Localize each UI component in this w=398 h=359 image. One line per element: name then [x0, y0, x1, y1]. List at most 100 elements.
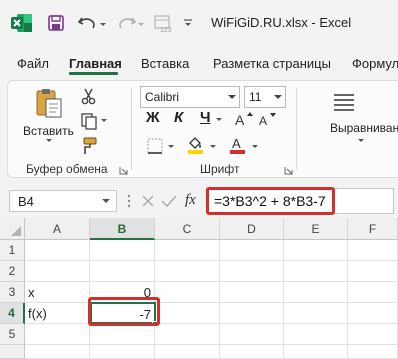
name-box-value: B4	[18, 194, 34, 209]
cell-c6[interactable]	[155, 345, 220, 359]
undo-button[interactable]	[76, 11, 106, 35]
alignment-label: Выравнивание	[330, 121, 398, 135]
font-name-select[interactable]: Calibri	[140, 86, 240, 108]
alignment-button[interactable]: Выравнивание	[328, 92, 398, 152]
save-button[interactable]	[44, 11, 68, 35]
format-painter-icon[interactable]	[80, 137, 98, 155]
cancel-icon[interactable]	[141, 194, 155, 208]
more-options-icon[interactable]	[126, 193, 132, 209]
cell-b3[interactable]: 0	[90, 282, 155, 303]
increase-font-icon[interactable]: A	[234, 110, 254, 128]
paste-button[interactable]: Вставить	[22, 87, 76, 143]
cell-e4[interactable]	[284, 303, 348, 324]
alignment-dropdown-icon[interactable]	[358, 139, 364, 142]
cell-e5[interactable]	[284, 324, 348, 345]
cell-f6[interactable]	[348, 345, 398, 359]
cell-c4[interactable]	[155, 303, 220, 324]
number-format-button[interactable]: 123	[151, 11, 175, 35]
enter-icon[interactable]	[161, 194, 177, 208]
tab-home[interactable]: Главная	[69, 56, 122, 71]
italic-button[interactable]: К	[174, 109, 183, 126]
font-color-icon[interactable]: A	[228, 135, 248, 155]
cell-c2[interactable]	[155, 261, 220, 282]
underline-button[interactable]: Ч	[200, 109, 211, 126]
redo-button[interactable]	[114, 11, 144, 35]
cell-f3[interactable]	[348, 282, 398, 303]
cell-c1[interactable]	[155, 240, 220, 261]
cell-a2[interactable]	[25, 261, 90, 282]
excel-icon	[11, 14, 32, 32]
row-header-6[interactable]	[0, 345, 25, 359]
column-header-a[interactable]: A	[25, 218, 90, 240]
font-color-dropdown-icon[interactable]	[252, 145, 258, 148]
cut-icon[interactable]	[80, 87, 98, 105]
column-header-d[interactable]: D	[220, 218, 284, 240]
tab-insert[interactable]: Вставка	[141, 56, 189, 71]
cell-f2[interactable]	[348, 261, 398, 282]
cell-b5[interactable]	[90, 324, 155, 345]
cell-c5[interactable]	[155, 324, 220, 345]
cell-a4[interactable]: f(x)	[25, 303, 90, 324]
cell-a5[interactable]	[25, 324, 90, 345]
fill-color-dropdown-icon[interactable]	[210, 145, 216, 148]
name-box[interactable]: B4	[9, 190, 117, 212]
row-header-1[interactable]: 1	[0, 240, 25, 261]
bold-button[interactable]: Ж	[146, 109, 160, 126]
cell-d6[interactable]	[220, 345, 284, 359]
tab-file[interactable]: Файл	[17, 56, 49, 71]
cell-b4[interactable]: -7	[90, 302, 156, 324]
column-header-c[interactable]: C	[155, 218, 220, 240]
cell-c3[interactable]	[155, 282, 220, 303]
cell-e2[interactable]	[284, 261, 348, 282]
cell-b2[interactable]	[90, 261, 155, 282]
font-name-dropdown-icon[interactable]	[228, 95, 236, 99]
tab-formulas[interactable]: Формул	[352, 56, 398, 71]
fill-color-icon[interactable]	[186, 135, 206, 155]
cell-d4[interactable]	[220, 303, 284, 324]
column-header-b[interactable]: B	[90, 218, 155, 240]
font-launcher-icon[interactable]	[284, 166, 293, 175]
row-header-5[interactable]: 5	[0, 324, 25, 345]
select-all-button[interactable]	[0, 218, 25, 240]
clipboard-launcher-icon[interactable]	[119, 166, 128, 175]
cell-d2[interactable]	[220, 261, 284, 282]
active-tab-indicator	[69, 72, 118, 75]
cell-e1[interactable]	[284, 240, 348, 261]
cell-b1[interactable]	[90, 240, 155, 261]
title-bar: 123 WiFiGiD.RU.xlsx - Excel	[0, 0, 398, 46]
cell-a3[interactable]: x	[25, 282, 90, 303]
customize-qat-button[interactable]	[182, 11, 194, 35]
cell-b6[interactable]	[90, 345, 155, 359]
cell-f1[interactable]	[348, 240, 398, 261]
cell-a1[interactable]	[25, 240, 90, 261]
cell-f4[interactable]	[348, 303, 398, 324]
cell-d5[interactable]	[220, 324, 284, 345]
font-size-select[interactable]: 11	[244, 86, 286, 108]
cell-f5[interactable]	[348, 324, 398, 345]
redo-dropdown-icon[interactable]	[137, 22, 144, 26]
insert-function-button[interactable]: fx	[185, 192, 196, 209]
paste-dropdown-icon[interactable]	[46, 139, 52, 142]
borders-dropdown-icon[interactable]	[168, 145, 174, 148]
column-header-f[interactable]: F	[348, 218, 398, 240]
borders-icon[interactable]	[146, 137, 164, 155]
copy-dropdown-icon[interactable]	[101, 119, 107, 122]
cell-a6[interactable]	[25, 345, 90, 359]
tab-page-layout[interactable]: Разметка страницы	[213, 56, 331, 71]
copy-icon[interactable]	[80, 112, 98, 130]
cell-d3[interactable]	[220, 282, 284, 303]
cell-e3[interactable]	[284, 282, 348, 303]
cell-e6[interactable]	[284, 345, 348, 359]
fill-handle[interactable]	[152, 321, 158, 327]
font-size-dropdown-icon[interactable]	[274, 95, 282, 99]
column-header-e[interactable]: E	[284, 218, 348, 240]
undo-dropdown-icon[interactable]	[99, 22, 106, 26]
row-header-3[interactable]: 3	[0, 282, 25, 303]
decrease-font-icon[interactable]: A	[258, 110, 278, 128]
select-all-icon	[11, 226, 21, 236]
cell-d1[interactable]	[220, 240, 284, 261]
row-header-2[interactable]: 2	[0, 261, 25, 282]
name-box-dropdown-icon[interactable]	[102, 199, 110, 203]
row-header-4[interactable]: 4	[0, 303, 25, 324]
underline-dropdown-icon[interactable]	[216, 118, 222, 121]
